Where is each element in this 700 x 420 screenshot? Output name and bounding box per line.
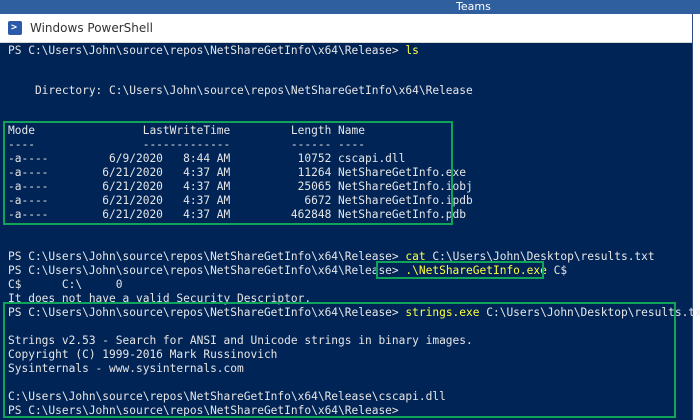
output-share: C$ C:\ 0	[8, 278, 123, 291]
highlight-box-run-command	[376, 261, 544, 279]
prompt: PS C:\Users\John\source\repos\NetShareGe…	[8, 44, 399, 57]
command-ls: ls	[405, 44, 419, 57]
directory-line: Directory: C:\Users\John\source\repos\Ne…	[8, 84, 473, 97]
prompt-line-ls: PS C:\Users\John\source\repos\NetShareGe…	[8, 44, 419, 57]
window-title: Windows PowerShell	[30, 21, 153, 35]
highlight-box-file-listing	[3, 121, 453, 225]
screen: Teams > Windows PowerShell PS C:\Users\J…	[0, 0, 700, 420]
highlight-box-strings-output	[3, 302, 676, 418]
background-window-title: Teams	[456, 0, 491, 13]
powershell-icon: >	[8, 21, 22, 35]
command-run-arg: C$	[546, 264, 568, 277]
prompt: PS C:\Users\John\source\repos\NetShareGe…	[8, 264, 399, 277]
powershell-window[interactable]: > Windows PowerShell PS C:\Users\John\so…	[0, 14, 700, 420]
console-area[interactable]: PS C:\Users\John\source\repos\NetShareGe…	[0, 44, 700, 420]
background-window-bar[interactable]: Teams	[0, 0, 700, 14]
prompt-line-cat: PS C:\Users\John\source\repos\NetShareGe…	[8, 250, 655, 263]
window-titlebar[interactable]: > Windows PowerShell	[0, 14, 692, 43]
prompt: PS C:\Users\John\source\repos\NetShareGe…	[8, 250, 399, 263]
